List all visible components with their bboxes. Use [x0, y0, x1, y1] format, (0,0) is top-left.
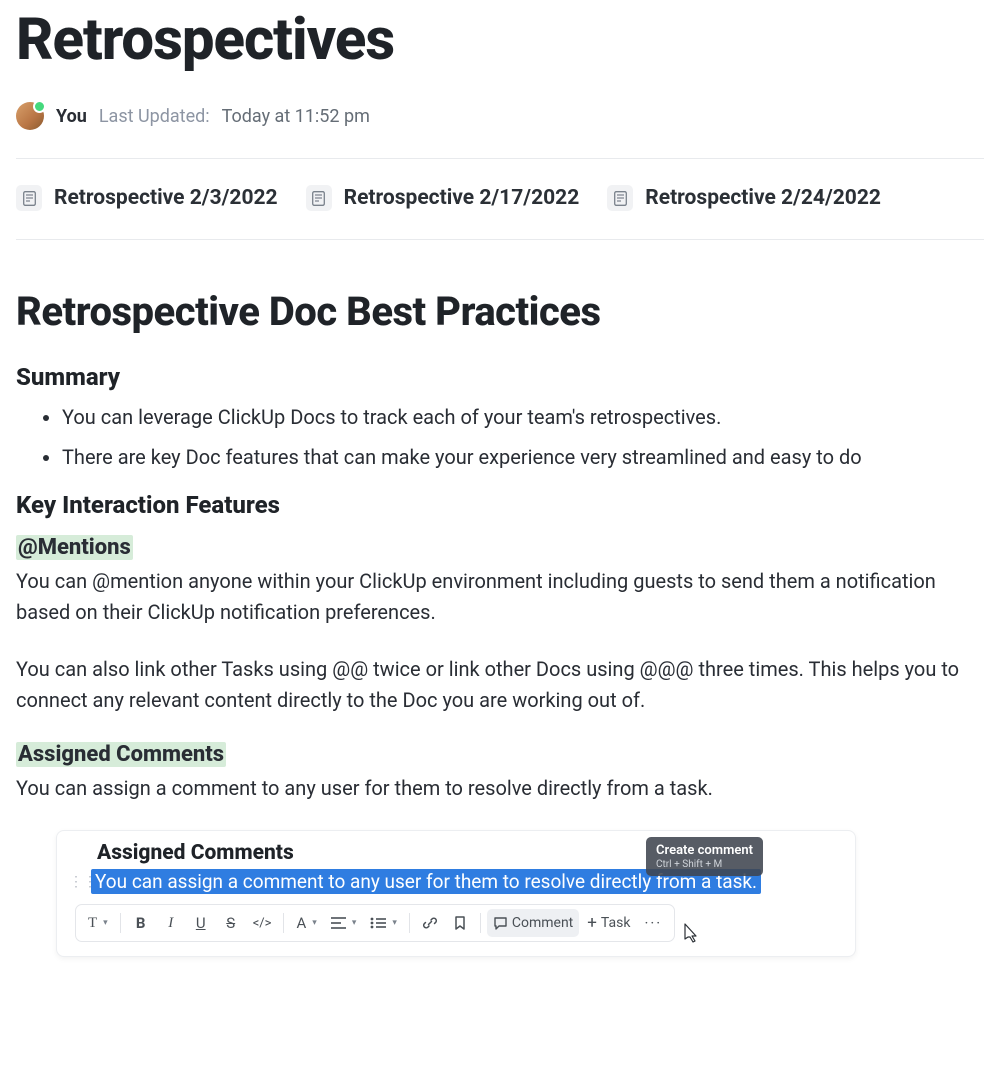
subpage-link[interactable]: Retrospective 2/24/2022	[607, 185, 881, 211]
doc-meta: You Last Updated: Today at 11:52 pm	[16, 102, 984, 130]
key-features-heading: Key Interaction Features	[16, 491, 984, 519]
doc-icon	[607, 185, 633, 211]
strike-button[interactable]: S	[217, 909, 245, 937]
toolbar-separator	[120, 913, 121, 933]
toolbar-example: Assigned Comments ⋮⋮ You can assign a co…	[56, 830, 856, 957]
assigned-paragraph: You can assign a comment to any user for…	[16, 773, 984, 804]
underline-button[interactable]: U	[187, 909, 215, 937]
toolbar-separator	[480, 913, 481, 933]
mentions-paragraph-1: You can @mention anyone within your Clic…	[16, 566, 984, 628]
updated-label: Last Updated:	[99, 106, 210, 127]
summary-heading: Summary	[16, 363, 984, 391]
divider	[16, 239, 984, 240]
bookmark-button[interactable]	[446, 909, 474, 937]
text-style-button[interactable]: T▾	[82, 909, 114, 937]
create-comment-tooltip: Create comment Ctrl + Shift + M	[646, 837, 763, 876]
doc-icon	[306, 185, 332, 211]
doc-icon	[16, 185, 42, 211]
toolbar-separator	[283, 913, 284, 933]
list-button[interactable]: ▾	[364, 909, 403, 937]
page-title: Retrospectives	[16, 6, 984, 74]
italic-button[interactable]: I	[157, 909, 185, 937]
toolbar-separator	[409, 913, 410, 933]
floating-toolbar: T▾ B I U S </> A▾ ▾ ▾ Comment +	[75, 904, 675, 942]
subpage-label: Retrospective 2/3/2022	[54, 186, 278, 210]
comment-button[interactable]: Comment	[487, 909, 579, 937]
align-button[interactable]: ▾	[325, 909, 363, 937]
add-task-button[interactable]: + Task	[581, 909, 636, 937]
subpage-list: Retrospective 2/3/2022 Retrospective 2/1…	[16, 159, 984, 239]
code-button[interactable]: </>	[247, 909, 278, 937]
subpage-label: Retrospective 2/17/2022	[344, 186, 580, 210]
link-button[interactable]	[416, 909, 444, 937]
more-button[interactable]: ···	[638, 909, 668, 937]
font-color-button[interactable]: A▾	[290, 909, 322, 937]
section-heading: Retrospective Doc Best Practices	[16, 288, 984, 335]
pointer-cursor-icon	[679, 922, 699, 946]
list-item: There are key Doc features that can make…	[62, 441, 984, 473]
drag-handle-icon[interactable]: ⋮⋮	[69, 874, 85, 890]
summary-list: You can leverage ClickUp Docs to track e…	[16, 401, 984, 473]
list-item: You can leverage ClickUp Docs to track e…	[62, 401, 984, 433]
subpage-link[interactable]: Retrospective 2/17/2022	[306, 185, 580, 211]
assigned-heading: Assigned Comments	[16, 742, 984, 767]
mentions-heading: @Mentions	[16, 535, 984, 560]
updated-time: Today at 11:52 pm	[222, 106, 370, 127]
subpage-link[interactable]: Retrospective 2/3/2022	[16, 185, 278, 211]
mentions-paragraph-2: You can also link other Tasks using @@ t…	[16, 654, 984, 716]
author-avatar[interactable]	[16, 102, 44, 130]
author-name: You	[56, 106, 87, 127]
bold-button[interactable]: B	[127, 909, 155, 937]
subpage-label: Retrospective 2/24/2022	[645, 186, 881, 210]
